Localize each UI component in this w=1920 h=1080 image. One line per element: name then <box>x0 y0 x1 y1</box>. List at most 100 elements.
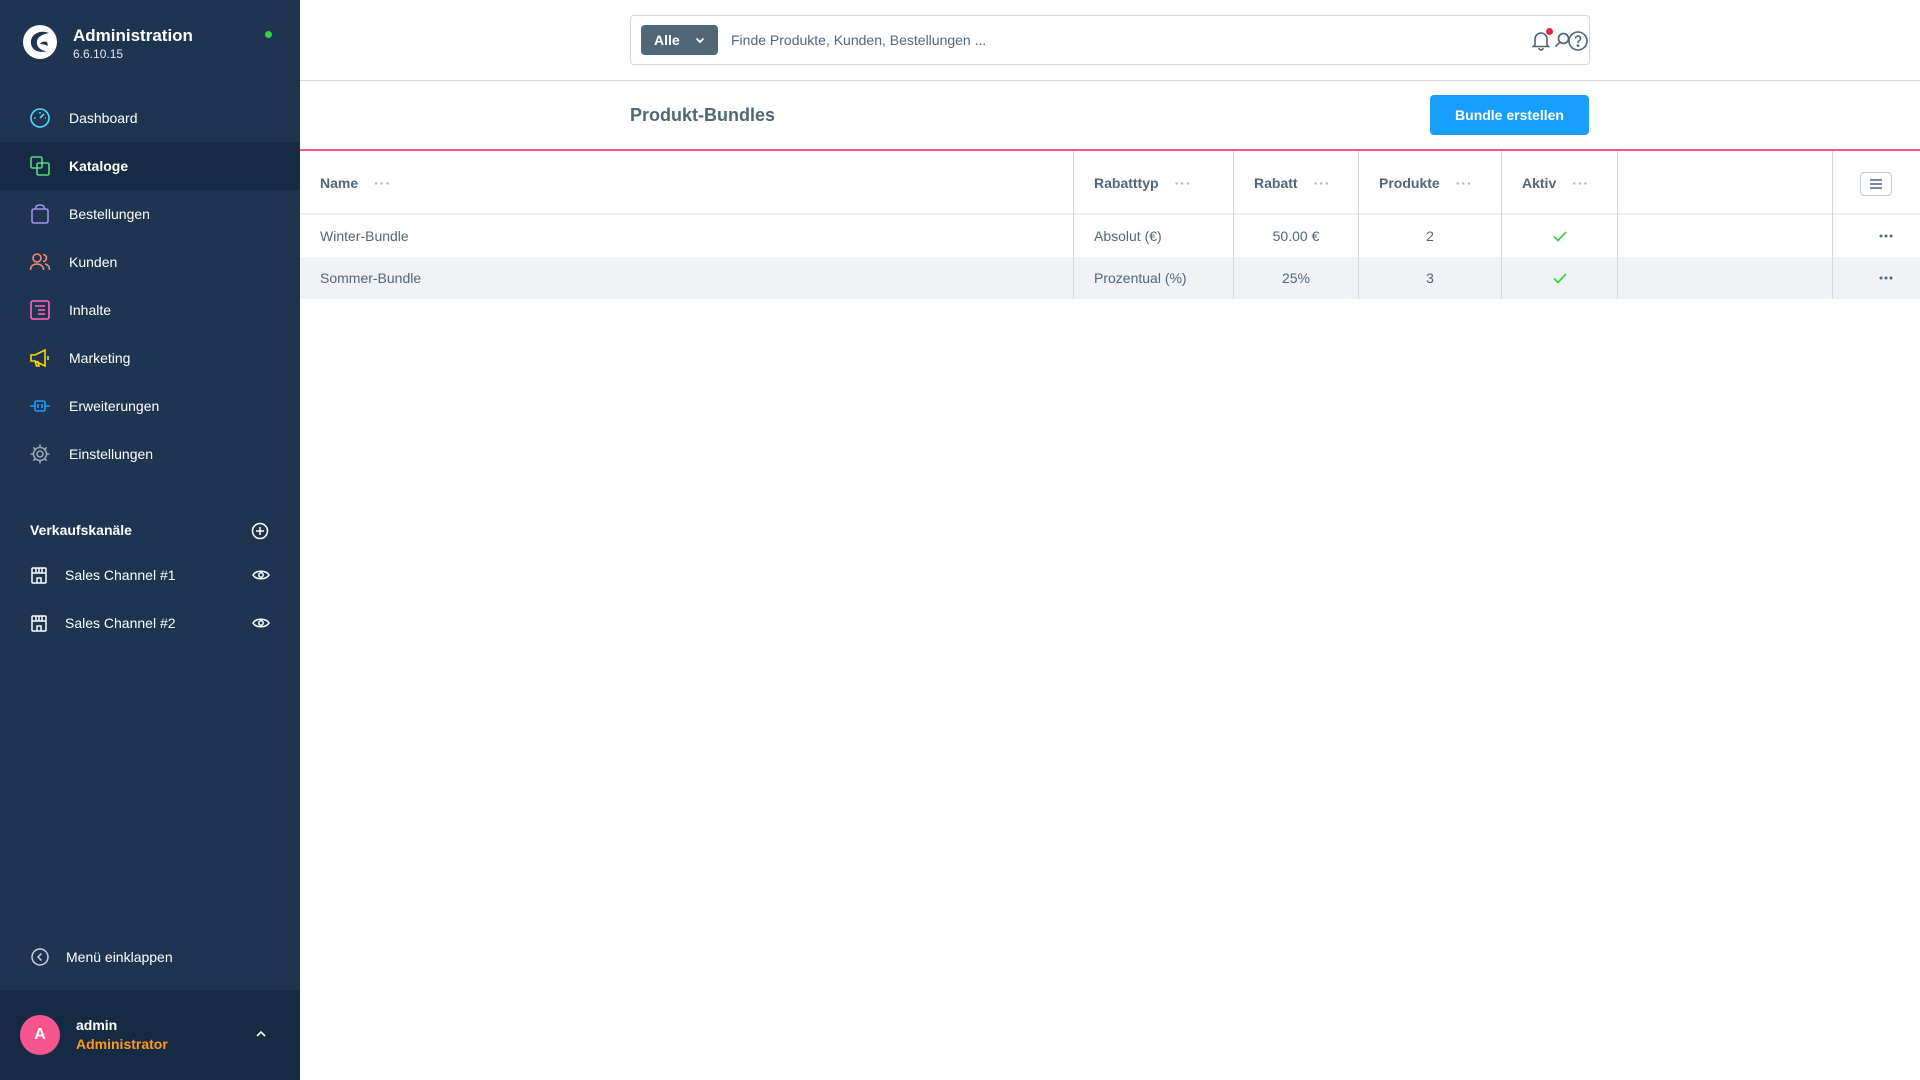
top-bar: Alle <box>300 0 1920 81</box>
page-title: Produkt-Bundles <box>630 105 776 125</box>
cell-discount: 50.00 € <box>1234 215 1359 257</box>
column-label: Aktiv <box>1522 175 1557 191</box>
shopware-logo-icon[interactable] <box>22 24 58 60</box>
sales-channel-item[interactable]: Sales Channel #1 <box>0 551 300 599</box>
main-navigation: Dashboard Kataloge Bestellungen Kunden I… <box>0 94 300 478</box>
cell-spacer <box>1618 215 1833 257</box>
column-label: Produkte <box>1379 175 1440 191</box>
eye-icon[interactable] <box>252 567 270 583</box>
column-header-products[interactable]: Produkte ··· <box>1359 151 1502 215</box>
grid-header: Name ··· Rabatttyp ··· Rabatt ··· Produk… <box>300 151 1920 215</box>
sales-channel-label: Sales Channel #2 <box>65 615 176 631</box>
cell-products: 3 <box>1359 257 1502 299</box>
storefront-icon <box>31 615 47 632</box>
row-actions-icon[interactable] <box>1877 270 1895 286</box>
brand-header: Administration 6.6.10.15 <box>0 0 300 86</box>
table-row[interactable]: Sommer-Bundle Prozentual (%) 25% 3 <box>300 257 1920 299</box>
add-sales-channel-icon[interactable] <box>250 521 270 541</box>
cell-active <box>1502 257 1618 299</box>
chevron-left-circle-icon <box>31 948 49 966</box>
help-icon[interactable] <box>1567 30 1589 52</box>
notification-badge <box>1546 28 1553 35</box>
nav-label: Dashboard <box>69 110 138 126</box>
cell-name[interactable]: Winter-Bundle <box>300 215 1074 257</box>
catalog-icon <box>28 154 52 178</box>
search-type-select[interactable]: Alle <box>641 25 718 55</box>
nav-label: Bestellungen <box>69 206 150 222</box>
grid-settings-button[interactable] <box>1860 172 1892 196</box>
cell-discount-type: Prozentual (%) <box>1074 257 1234 299</box>
sales-channel-label: Sales Channel #1 <box>65 567 176 583</box>
user-name: admin <box>76 1017 118 1033</box>
checkmark-icon <box>1552 273 1567 284</box>
nav-label: Einstellungen <box>69 446 154 462</box>
bundle-data-grid: Name ··· Rabatttyp ··· Rabatt ··· Produk… <box>300 151 1920 299</box>
user-menu[interactable]: A admin Administrator <box>0 990 300 1080</box>
column-header-name[interactable]: Name ··· <box>300 151 1074 215</box>
gear-icon <box>28 442 52 466</box>
column-options-icon[interactable]: ··· <box>1456 175 1473 191</box>
column-options-icon[interactable]: ··· <box>1175 175 1192 191</box>
column-options-icon[interactable]: ··· <box>374 175 391 191</box>
row-actions-icon[interactable] <box>1877 228 1895 244</box>
nav-label: Kataloge <box>69 158 129 174</box>
users-icon <box>28 250 52 274</box>
column-label: Name <box>320 175 359 191</box>
sales-channel-item[interactable]: Sales Channel #2 <box>0 599 300 647</box>
app-title: Administration <box>73 26 193 45</box>
chevron-up-icon[interactable] <box>254 1027 268 1041</box>
nav-item-extensions[interactable]: Erweiterungen <box>0 382 300 430</box>
cell-spacer <box>1618 257 1833 299</box>
status-indicator <box>265 31 272 38</box>
cell-products: 2 <box>1359 215 1502 257</box>
cell-active <box>1502 215 1618 257</box>
nav-item-content[interactable]: Inhalte <box>0 286 300 334</box>
user-role: Administrator <box>76 1036 168 1052</box>
nav-item-marketing[interactable]: Marketing <box>0 334 300 382</box>
avatar: A <box>20 1015 60 1055</box>
cell-discount: 25% <box>1234 257 1359 299</box>
gauge-icon <box>28 106 52 130</box>
global-search: Alle <box>630 15 1590 65</box>
checkmark-icon <box>1552 231 1567 242</box>
table-row[interactable]: Winter-Bundle Absolut (€) 50.00 € 2 <box>300 215 1920 257</box>
sales-channels-header: Verkaufskanäle <box>30 520 270 542</box>
nav-item-customers[interactable]: Kunden <box>0 238 300 286</box>
storefront-icon <box>31 567 47 584</box>
ellipsis-icon <box>1879 276 1893 280</box>
sales-channel-list: Sales Channel #1 Sales Channel #2 <box>0 551 300 647</box>
collapse-menu-label: Menü einklappen <box>66 949 173 965</box>
page-header: Produkt-Bundles Bundle erstellen <box>300 81 1920 151</box>
search-type-label: Alle <box>654 32 680 48</box>
nav-item-settings[interactable]: Einstellungen <box>0 430 300 478</box>
cell-name[interactable]: Sommer-Bundle <box>300 257 1074 299</box>
content-icon <box>28 298 52 322</box>
cell-discount-type: Absolut (€) <box>1074 215 1234 257</box>
search-input[interactable] <box>731 25 1531 55</box>
nav-item-orders[interactable]: Bestellungen <box>0 190 300 238</box>
nav-item-catalogs[interactable]: Kataloge <box>0 142 300 190</box>
megaphone-icon <box>28 346 52 370</box>
column-header-discount-type[interactable]: Rabatttyp ··· <box>1074 151 1234 215</box>
chevron-down-icon <box>695 37 705 44</box>
column-header-active[interactable]: Aktiv ··· <box>1502 151 1618 215</box>
bag-icon <box>28 202 52 226</box>
create-bundle-button[interactable]: Bundle erstellen <box>1430 95 1589 135</box>
column-options-icon[interactable]: ··· <box>1572 175 1589 191</box>
column-label: Rabatttyp <box>1094 175 1159 191</box>
sidebar: Administration 6.6.10.15 Dashboard Katal… <box>0 0 300 1080</box>
sales-channels-title: Verkaufskanäle <box>30 522 132 538</box>
column-label: Rabatt <box>1254 175 1298 191</box>
column-header-discount[interactable]: Rabatt ··· <box>1234 151 1359 215</box>
list-icon <box>1870 179 1882 189</box>
nav-item-dashboard[interactable]: Dashboard <box>0 94 300 142</box>
nav-label: Kunden <box>69 254 118 270</box>
nav-label: Marketing <box>69 350 131 366</box>
eye-icon[interactable] <box>252 615 270 631</box>
column-spacer <box>1618 151 1833 215</box>
ellipsis-icon <box>1879 234 1893 238</box>
nav-label: Erweiterungen <box>69 398 160 414</box>
column-options-icon[interactable]: ··· <box>1314 175 1331 191</box>
collapse-menu-button[interactable]: Menü einklappen <box>28 945 173 969</box>
app-version: 6.6.10.15 <box>73 47 124 61</box>
